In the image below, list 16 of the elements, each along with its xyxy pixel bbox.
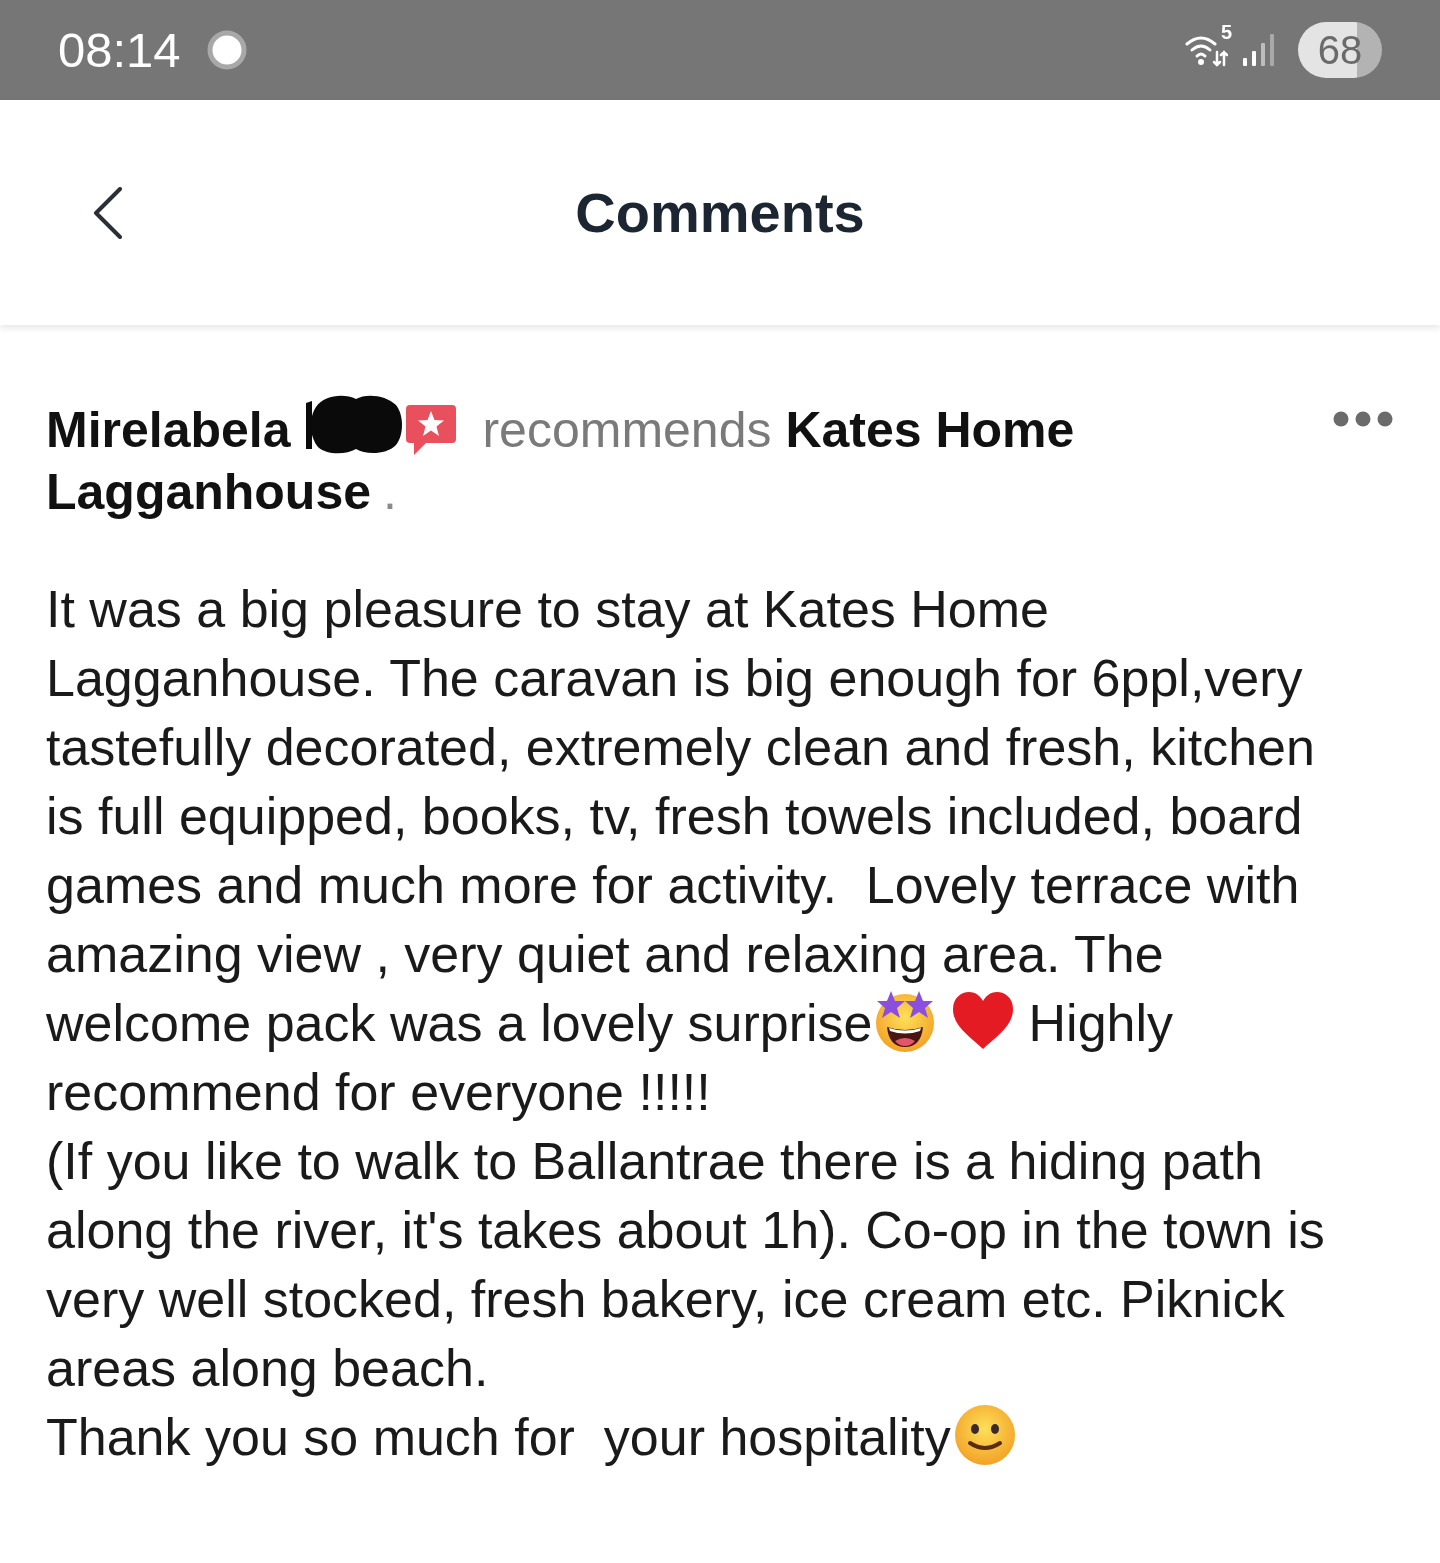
smiling-face-emoji-icon [952,1403,1017,1467]
page-title: Comments [575,180,865,245]
back-button[interactable] [92,186,124,239]
more-dots-icon [1332,410,1394,428]
more-button[interactable] [1332,409,1394,429]
comment-paragraph: Thank you so much for your hospitality [46,1403,1352,1472]
star-speech-bubble-icon [404,403,459,457]
wifi-band-label: 5 [1220,22,1232,42]
signal-bars-icon [1242,32,1276,68]
battery-indicator: 68 [1298,22,1382,78]
comment-paragraph: It was a big pleasure to stay at Kates Home Lagganhouse. The caravan is big enough for 6ppl,very tastefully decorated, extremely clean and fresh, kitchen is full equipped, books, tv, fresh towels included, board games and much more for activity. Lovely terrace with amazing view , very quiet and relaxing area. The welcome pack was a lovely surprise Highly recommend for everyone !!!!! [46,579,1316,1123]
recommendation-heading: Mirelabela recommends Kates Home Lagganhouse . [46,393,1332,523]
ring-dot-icon [206,30,247,70]
chevron-left-icon [92,186,124,239]
status-time: 08:14 [58,22,181,78]
comment-paragraph: (If you like to walk to Ballantrae there is a hiding path along the river, it's takes about 1h). Co-op in the town is very well stocked, fresh bakery, ice cream etc. Piknick areas along beach. [46,1131,1326,1399]
